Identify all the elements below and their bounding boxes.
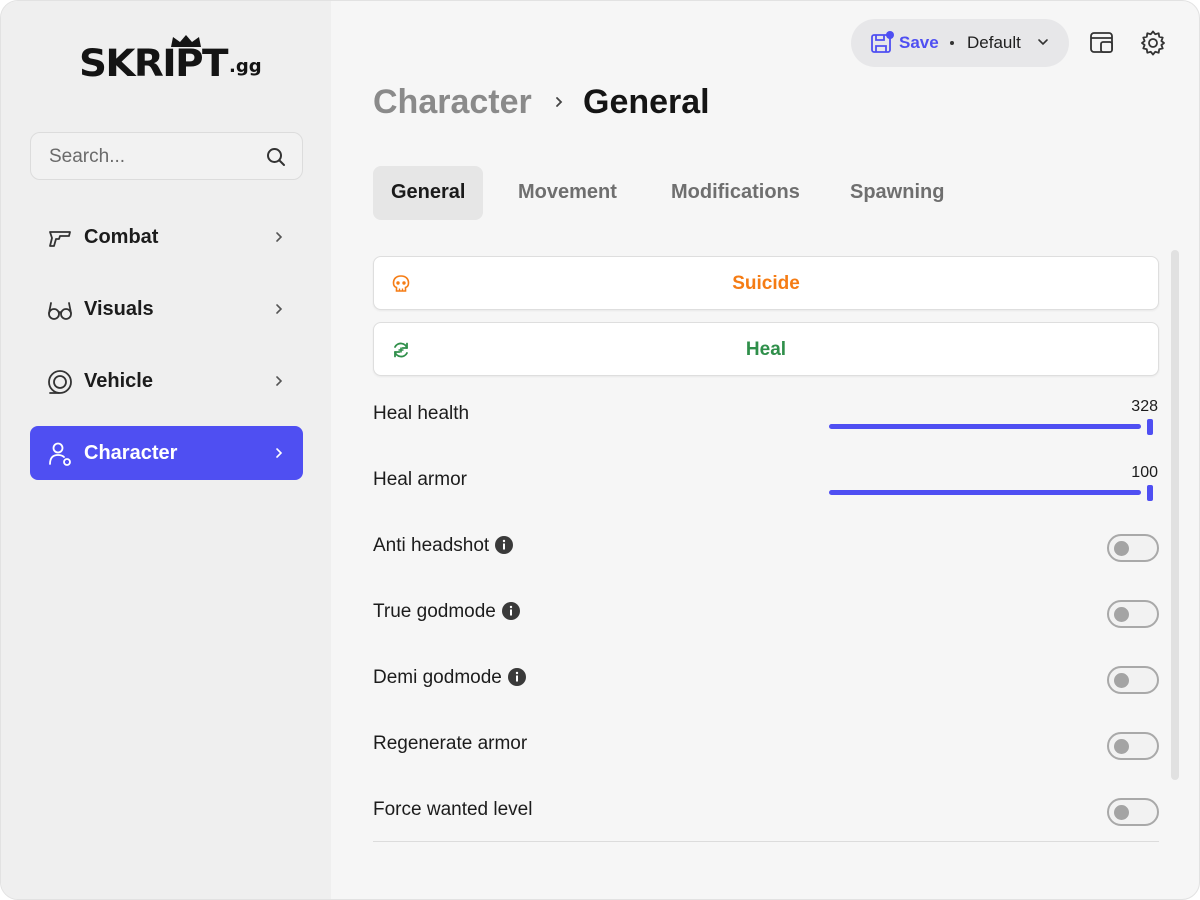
info-icon[interactable]	[495, 536, 514, 554]
scrollbar[interactable]	[1171, 250, 1179, 780]
heal-armor-value: 100	[1131, 464, 1158, 481]
toggle-knob	[1114, 673, 1129, 688]
anti-headshot-row: Anti headshot	[373, 535, 514, 557]
sidebar-item-label: Visuals	[84, 298, 154, 320]
sidebar-item-vehicle[interactable]: Vehicle	[30, 354, 303, 408]
info-icon[interactable]	[501, 602, 520, 620]
suicide-button[interactable]: Suicide	[373, 256, 1159, 310]
chevron-right-icon	[276, 232, 283, 242]
separator-dot	[950, 41, 954, 45]
toggle-knob	[1114, 805, 1129, 820]
slider-track	[829, 490, 1141, 495]
tab-movement[interactable]: Movement	[500, 166, 635, 220]
sidebar-item-label: Character	[84, 442, 178, 464]
sidebar-item-combat[interactable]: Combat	[30, 210, 303, 264]
toggle-knob	[1114, 541, 1129, 556]
breadcrumb-chevron-icon	[556, 97, 563, 107]
sidebar-item-visuals[interactable]: Visuals	[30, 282, 303, 336]
breadcrumb-parent[interactable]: Character	[373, 83, 532, 122]
true-godmode-toggle[interactable]	[1107, 600, 1159, 628]
info-icon[interactable]	[507, 668, 526, 686]
heal-armor-label: Heal armor	[373, 469, 467, 490]
slider-thumb[interactable]	[1147, 485, 1153, 501]
toggle-knob	[1114, 739, 1129, 754]
demi-godmode-row: Demi godmode	[373, 667, 526, 689]
search-icon[interactable]	[266, 147, 286, 167]
save-label: Save	[899, 33, 939, 52]
chevron-down-icon	[1038, 39, 1048, 46]
gun-icon	[49, 231, 71, 247]
sidebar: SKRIPT .gg Combat Visua	[1, 1, 331, 899]
wheel-icon	[48, 370, 72, 394]
toggle-knob	[1114, 607, 1129, 622]
heal-health-label: Heal health	[373, 403, 470, 424]
search-box	[30, 132, 303, 180]
force-wanted-level-toggle[interactable]	[1107, 798, 1159, 826]
tab-general[interactable]: General	[373, 166, 484, 220]
chevron-right-icon	[276, 376, 283, 386]
anti-headshot-label: Anti headshot	[373, 535, 490, 556]
regenerate-armor-toggle[interactable]	[1107, 732, 1159, 760]
glasses-icon	[48, 302, 72, 320]
heal-label: Heal	[745, 339, 787, 360]
profile-label: Default	[967, 33, 1021, 52]
demi-godmode-label: Demi godmode	[373, 667, 502, 688]
tab-spawning[interactable]: Spawning	[832, 166, 962, 220]
true-godmode-label: True godmode	[373, 601, 496, 622]
logo-suffix: .gg	[229, 56, 262, 77]
logo-text: SKRIPT	[79, 42, 229, 85]
heal-button[interactable]: Heal	[373, 322, 1159, 376]
sidebar-item-label: Combat	[84, 226, 159, 248]
heal-health-value: 328	[1131, 398, 1158, 415]
save-profile-button[interactable]: Save Default	[851, 19, 1069, 67]
heal-health-slider[interactable]	[829, 417, 1157, 437]
sidebar-item-label: Vehicle	[84, 370, 153, 392]
gear-icon[interactable]	[1140, 30, 1166, 56]
section-divider	[373, 841, 1159, 842]
demi-godmode-toggle[interactable]	[1107, 666, 1159, 694]
app-window: SKRIPT .gg Combat Visua	[0, 0, 1200, 900]
search-input[interactable]	[49, 145, 259, 169]
suicide-label: Suicide	[732, 273, 800, 294]
heal-armor-slider[interactable]	[829, 483, 1157, 503]
tab-modifications[interactable]: Modifications	[653, 166, 818, 220]
true-godmode-row: True godmode	[373, 601, 520, 623]
chevron-right-icon	[276, 304, 283, 314]
slider-track	[829, 424, 1141, 429]
chevron-right-icon	[276, 448, 283, 458]
regenerate-armor-label: Regenerate armor	[373, 733, 528, 754]
save-icon	[871, 31, 894, 53]
sidebar-item-character[interactable]: Character	[30, 426, 303, 480]
anti-headshot-toggle[interactable]	[1107, 534, 1159, 562]
slider-thumb[interactable]	[1147, 419, 1153, 435]
force-wanted-level-label: Force wanted level	[373, 799, 533, 820]
user-icon	[49, 442, 71, 466]
window-icon[interactable]	[1089, 30, 1115, 56]
page-title: General	[583, 83, 710, 121]
